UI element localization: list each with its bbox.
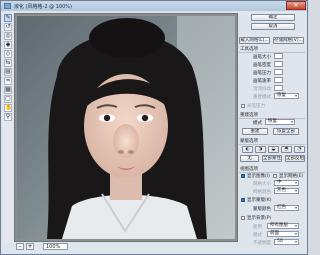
mirror-tool-icon[interactable]: ▤ (4, 68, 12, 76)
zoom-tool-icon[interactable]: ⚲ (4, 113, 12, 121)
zoom-in-button[interactable]: + (26, 243, 34, 250)
zoom-level-field[interactable]: 100% (43, 243, 68, 250)
title-bar: 液化 (风格格-2 @ 100%) ✕ (1, 1, 307, 11)
zoom-out-button[interactable]: – (16, 243, 24, 250)
mesh-size-select[interactable]: 中 (274, 180, 299, 186)
backdrop-mode-select[interactable]: 前面 (267, 231, 299, 237)
divider (239, 144, 305, 145)
mask-all-button[interactable]: 全部蒙住 (262, 155, 282, 162)
divider (239, 52, 305, 53)
reconstruct-tool-icon[interactable]: ↺ (4, 23, 12, 31)
brush-pressure-field[interactable] (274, 69, 283, 75)
turbulent-jitter-label: 湍流抖动 (253, 87, 271, 92)
close-button[interactable]: ✕ (286, 1, 306, 10)
show-image-checkbox[interactable] (241, 174, 245, 178)
reconstruct-mode-label: 重建模式 (253, 95, 271, 100)
turbulence-tool-icon[interactable]: ≈ (4, 77, 12, 85)
opacity-label: 不透明度 (253, 241, 271, 246)
show-backdrop-checkbox[interactable] (241, 216, 245, 220)
brush-rate-field[interactable] (274, 77, 283, 83)
reconstruct-button[interactable]: 重建 (242, 128, 268, 135)
preview-canvas[interactable] (14, 13, 238, 242)
app-icon (4, 3, 11, 9)
mode-label: 模式 (253, 121, 262, 126)
opacity-field[interactable]: 50 (274, 239, 299, 245)
show-backdrop-label: 显示背景(P) (247, 216, 272, 221)
stylus-pressure-label: 光笔压力 (247, 104, 265, 109)
ok-button[interactable]: 确定 (251, 14, 295, 21)
use-select[interactable]: 所有图层 (267, 223, 299, 229)
brush-density-field[interactable] (274, 61, 283, 67)
invert-all-button[interactable]: 全部反相 (285, 155, 305, 162)
load-mesh-button[interactable]: 载入网格(L)... (239, 37, 270, 44)
save-mesh-button[interactable]: 存储网格(V)... (273, 37, 304, 44)
window-title: 液化 (风格格-2 @ 100%) (14, 4, 72, 10)
brush-size-field[interactable] (274, 53, 283, 59)
brush-size-label: 画笔大小 (253, 55, 271, 60)
show-mask-checkbox[interactable] (241, 198, 245, 202)
mask-color-label: 蒙版颜色 (253, 207, 271, 212)
stylus-pressure-checkbox[interactable] (241, 104, 245, 108)
mask-replace-icon[interactable]: ◐ (242, 146, 253, 153)
liquify-window: 液化 (风格格-2 @ 100%) ✕ ✎ ↺ ◎ ◆ ◇ ⇆ ▤ ≈ ▦ ▢ … (0, 0, 308, 255)
mask-intersect-icon[interactable]: ◓ (281, 146, 292, 153)
forward-warp-tool-icon[interactable]: ✎ (4, 14, 12, 22)
mask-invert-icon[interactable]: ◔ (294, 146, 305, 153)
freeze-mask-tool-icon[interactable]: ▦ (4, 86, 12, 94)
show-mesh-label: 显示网格(E) (279, 174, 304, 179)
show-image-label: 显示图像(I) (247, 174, 270, 179)
mesh-color-label: 网格颜色 (253, 190, 271, 195)
mode-select[interactable]: 恢复 (265, 119, 295, 125)
brush-pressure-label: 画笔压力 (253, 71, 271, 76)
tool-column: ✎ ↺ ◎ ◆ ◇ ⇆ ▤ ≈ ▦ ▢ ✋ ⚲ (3, 13, 13, 243)
show-mesh-checkbox[interactable] (273, 174, 277, 178)
bloat-tool-icon[interactable]: ◇ (4, 50, 12, 58)
mask-add-icon[interactable]: ◑ (255, 146, 266, 153)
mesh-color-select[interactable]: 灰色 (274, 188, 299, 194)
pucker-tool-icon[interactable]: ◆ (4, 41, 12, 49)
options-panel: 确定 取消 载入网格(L)... 存储网格(V)... 工具选项 画笔大小 画笔… (239, 13, 306, 252)
show-mask-label: 显示蒙版(K) (247, 198, 272, 203)
mesh-size-label: 网格大小 (253, 182, 271, 187)
push-left-tool-icon[interactable]: ⇆ (4, 59, 12, 67)
cancel-button[interactable]: 取消 (251, 23, 295, 30)
hand-tool-icon[interactable]: ✋ (4, 104, 12, 112)
portrait-photo (17, 16, 235, 239)
backdrop-mode-label: 模式 (253, 233, 262, 238)
turbulent-jitter-field[interactable] (274, 85, 283, 91)
brush-density-label: 画笔密度 (253, 63, 271, 68)
mask-color-select[interactable]: 红色 (274, 205, 299, 211)
restore-all-button[interactable]: 恢复全部 (273, 128, 299, 135)
mask-subtract-icon[interactable]: ◒ (268, 146, 279, 153)
thaw-mask-tool-icon[interactable]: ▢ (4, 95, 12, 103)
reconstruct-mode-select[interactable]: 恢复 (274, 93, 299, 99)
status-bar: – + 100% (14, 242, 236, 252)
use-label: 使用 (253, 225, 262, 230)
twirl-tool-icon[interactable]: ◎ (4, 32, 12, 40)
mask-none-button[interactable]: 无 (240, 155, 259, 162)
brush-rate-label: 画笔速率 (253, 79, 271, 84)
